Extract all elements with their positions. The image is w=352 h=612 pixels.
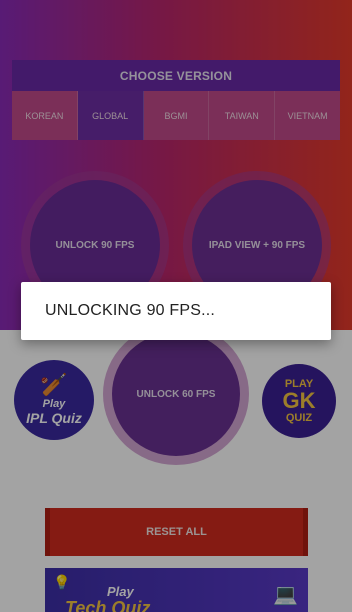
app-screen: CHOOSE VERSION KOREAN GLOBAL BGMI TAIWAN… xyxy=(0,0,352,612)
progress-message: UNLOCKING 90 FPS... xyxy=(45,302,216,319)
progress-dialog: UNLOCKING 90 FPS... xyxy=(21,282,331,340)
